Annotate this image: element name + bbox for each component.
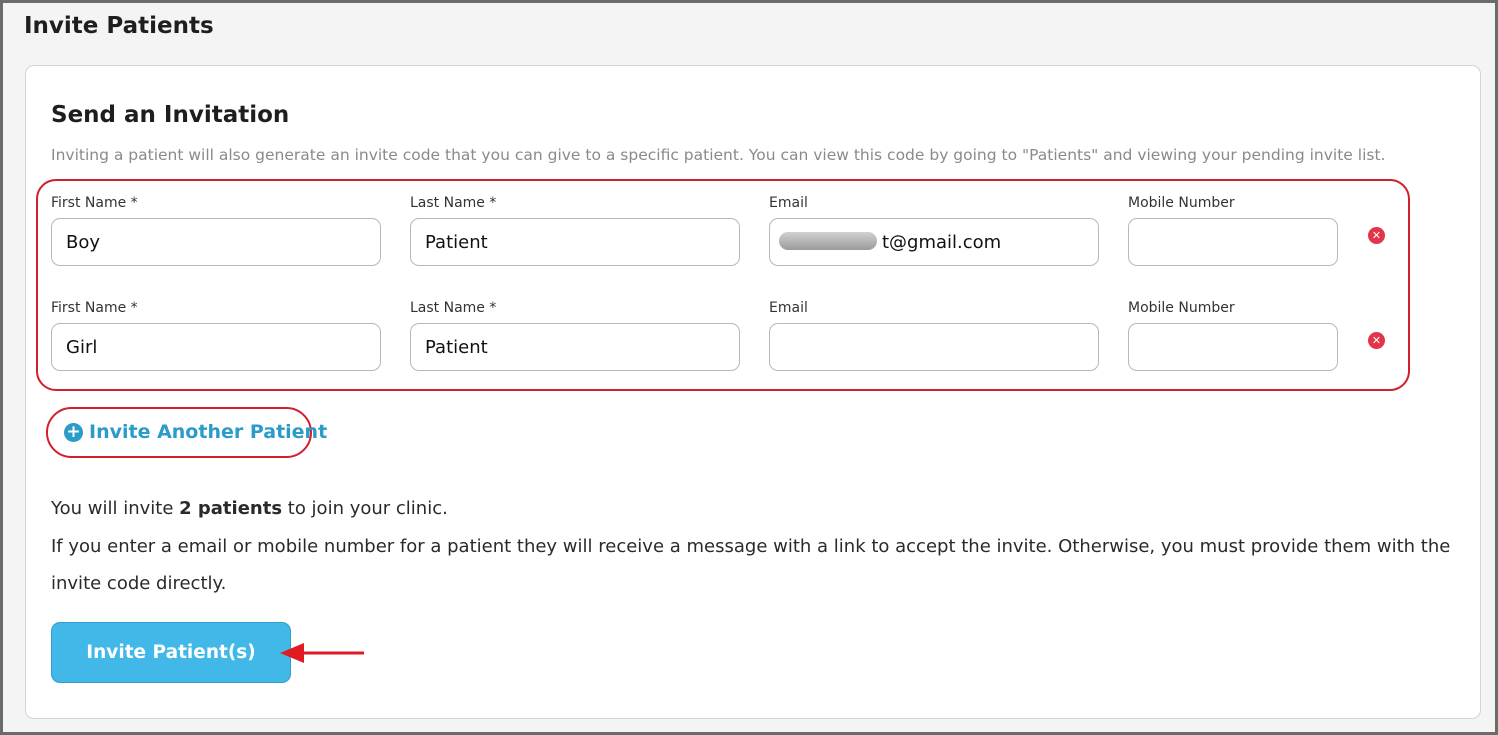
plus-circle-icon: + (64, 422, 83, 442)
first-name-label: First Name * (51, 195, 138, 211)
invite-another-button[interactable]: + Invite Another Patient (64, 421, 327, 443)
email-input[interactable] (769, 323, 1099, 371)
first-name-label: First Name * (51, 300, 138, 316)
remove-row-icon[interactable]: ✕ (1368, 332, 1385, 349)
redaction-mask (779, 232, 877, 250)
summary-prefix: You will invite (51, 498, 180, 519)
last-name-input[interactable] (410, 323, 740, 371)
invite-another-label: Invite Another Patient (89, 421, 328, 443)
summary-count: 2 patients (179, 498, 283, 519)
remove-row-icon[interactable]: ✕ (1368, 227, 1385, 244)
summary-line-3: invite code directly. (51, 573, 227, 594)
mobile-label: Mobile Number (1128, 300, 1235, 316)
invitation-card: Send an Invitation Inviting a patient wi… (25, 65, 1481, 719)
last-name-label: Last Name * (410, 300, 497, 316)
invite-patients-button[interactable]: Invite Patient(s) (51, 622, 291, 683)
first-name-input[interactable] (51, 323, 381, 371)
email-field-wrapper (769, 218, 1099, 266)
invite-summary: You will invite 2 patients to join your … (51, 498, 448, 519)
card-description: Inviting a patient will also generate an… (51, 146, 1386, 164)
first-name-input[interactable] (51, 218, 381, 266)
card-title: Send an Invitation (51, 102, 290, 128)
summary-suffix: to join your clinic. (282, 498, 448, 519)
last-name-input[interactable] (410, 218, 740, 266)
email-label: Email (769, 300, 808, 316)
mobile-input[interactable] (1128, 323, 1338, 371)
page-title: Invite Patients (24, 13, 214, 39)
invite-another-highlight: + Invite Another Patient (46, 407, 327, 458)
summary-line-2: If you enter a email or mobile number fo… (51, 536, 1451, 557)
mobile-input[interactable] (1128, 218, 1338, 266)
red-arrow-icon (280, 643, 364, 663)
last-name-label: Last Name * (410, 195, 497, 211)
mobile-label: Mobile Number (1128, 195, 1235, 211)
email-label: Email (769, 195, 808, 211)
